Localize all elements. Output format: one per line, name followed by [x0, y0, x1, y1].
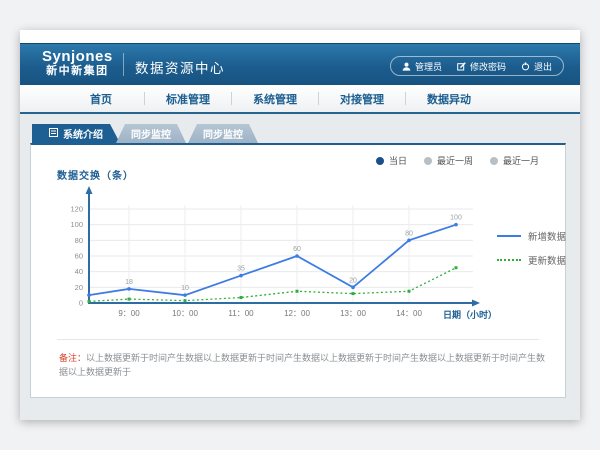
tab-sync-monitor-1[interactable]: 同步监控	[116, 124, 186, 143]
svg-text:20: 20	[75, 283, 83, 292]
content-area: 系统介绍 同步监控 同步监控 当日 最近一周	[20, 114, 580, 420]
user-icon	[402, 62, 411, 71]
range-option-label: 最近一月	[503, 154, 539, 167]
legend-swatch	[497, 235, 521, 237]
user-toolbar: 管理员 修改密码 退出	[390, 56, 564, 76]
svg-text:11：00: 11：00	[228, 309, 254, 318]
change-password-label: 修改密码	[470, 60, 506, 73]
tab-label: 同步监控	[131, 126, 171, 141]
legend-label: 新增数据	[528, 229, 566, 243]
svg-text:80: 80	[405, 230, 413, 237]
footnote: 备注：以上数据更新于时间产生数据以上数据更新于时间产生数据以上数据更新于时间产生…	[59, 352, 547, 379]
legend-swatch	[497, 259, 521, 261]
tab-label: 系统介绍	[63, 126, 103, 141]
footnote-text: 以上数据更新于时间产生数据以上数据更新于时间产生数据以上数据更新于时间产生数据以…	[59, 353, 545, 377]
footnote-prefix: 备注：	[59, 353, 86, 363]
page-title: 数据资源中心	[135, 57, 225, 77]
nav-item-data-change[interactable]: 数据异动	[406, 91, 492, 107]
logout-button[interactable]: 退出	[521, 60, 552, 73]
app-window: Synjones 新中新集团 数据资源中心 管理员 修改密码	[20, 30, 580, 420]
svg-text:10: 10	[181, 285, 189, 292]
legend-item-updated-data[interactable]: 更新数据	[497, 253, 566, 267]
svg-text:35: 35	[237, 266, 245, 273]
chart-panel: 当日 最近一周 最近一月 数据交换（条） 0 20 40 60 80 100 120 9：00…	[30, 143, 566, 398]
svg-text:10：00: 10：00	[172, 309, 198, 318]
line-chart: 0 20 40 60 80 100 120 9：00 10：00 11：00 12：00 13：00 1…	[51, 185, 566, 327]
range-option-label: 当日	[389, 154, 407, 167]
svg-text:日期（小时）: 日期（小时）	[443, 309, 497, 320]
svg-text:100: 100	[450, 215, 462, 222]
svg-text:13：00: 13：00	[340, 309, 366, 318]
y-axis-title: 数据交换（条）	[57, 167, 134, 182]
legend-item-new-data[interactable]: 新增数据	[497, 229, 566, 243]
desktop-background: Synjones 新中新集团 数据资源中心 管理员 修改密码	[0, 0, 600, 450]
main-nav: 首页 标准管理 系统管理 对接管理 数据异动	[20, 85, 580, 114]
svg-text:100: 100	[70, 220, 83, 229]
svg-text:60: 60	[293, 246, 301, 253]
company-logo[interactable]: Synjones 新中新集团	[42, 48, 113, 78]
power-icon	[521, 62, 530, 71]
range-option-label: 最近一周	[437, 154, 473, 167]
svg-text:40: 40	[75, 267, 83, 276]
tab-sync-monitor-2[interactable]: 同步监控	[188, 124, 258, 143]
nav-item-system[interactable]: 系统管理	[232, 91, 318, 107]
svg-text:60: 60	[75, 252, 83, 261]
logo-subtitle: 新中新集团	[42, 65, 113, 78]
current-user-label: 管理员	[415, 60, 442, 73]
document-icon	[49, 128, 58, 140]
tab-label: 同步监控	[203, 126, 243, 141]
logo-text: Synjones	[42, 48, 113, 65]
radio-icon	[376, 157, 384, 165]
range-option-week[interactable]: 最近一周	[424, 154, 473, 167]
svg-text:9：00: 9：00	[118, 309, 140, 318]
current-user-button[interactable]: 管理员	[402, 60, 442, 73]
tab-system-intro[interactable]: 系统介绍	[32, 124, 120, 143]
logout-label: 退出	[534, 60, 552, 73]
chart-legend: 新增数据 更新数据	[497, 229, 566, 267]
svg-text:12：00: 12：00	[284, 309, 310, 318]
panel-divider	[57, 339, 539, 340]
range-option-today[interactable]: 当日	[376, 154, 407, 167]
app-header: Synjones 新中新集团 数据资源中心 管理员 修改密码	[20, 43, 580, 85]
edit-icon	[457, 62, 466, 71]
header-divider	[123, 53, 124, 76]
nav-item-standards[interactable]: 标准管理	[145, 91, 231, 107]
svg-text:120: 120	[70, 205, 83, 214]
range-option-month[interactable]: 最近一月	[490, 154, 539, 167]
change-password-button[interactable]: 修改密码	[457, 60, 506, 73]
svg-text:80: 80	[75, 236, 83, 245]
svg-text:14：00: 14：00	[396, 309, 422, 318]
time-range-filter: 当日 最近一周 最近一月	[376, 154, 539, 167]
legend-label: 更新数据	[528, 253, 566, 267]
nav-item-home[interactable]: 首页	[58, 91, 144, 107]
svg-text:0: 0	[79, 299, 83, 308]
svg-text:20: 20	[349, 277, 357, 284]
nav-item-integration[interactable]: 对接管理	[319, 91, 405, 107]
radio-icon	[424, 157, 432, 165]
svg-text:18: 18	[125, 279, 133, 286]
radio-icon	[490, 157, 498, 165]
